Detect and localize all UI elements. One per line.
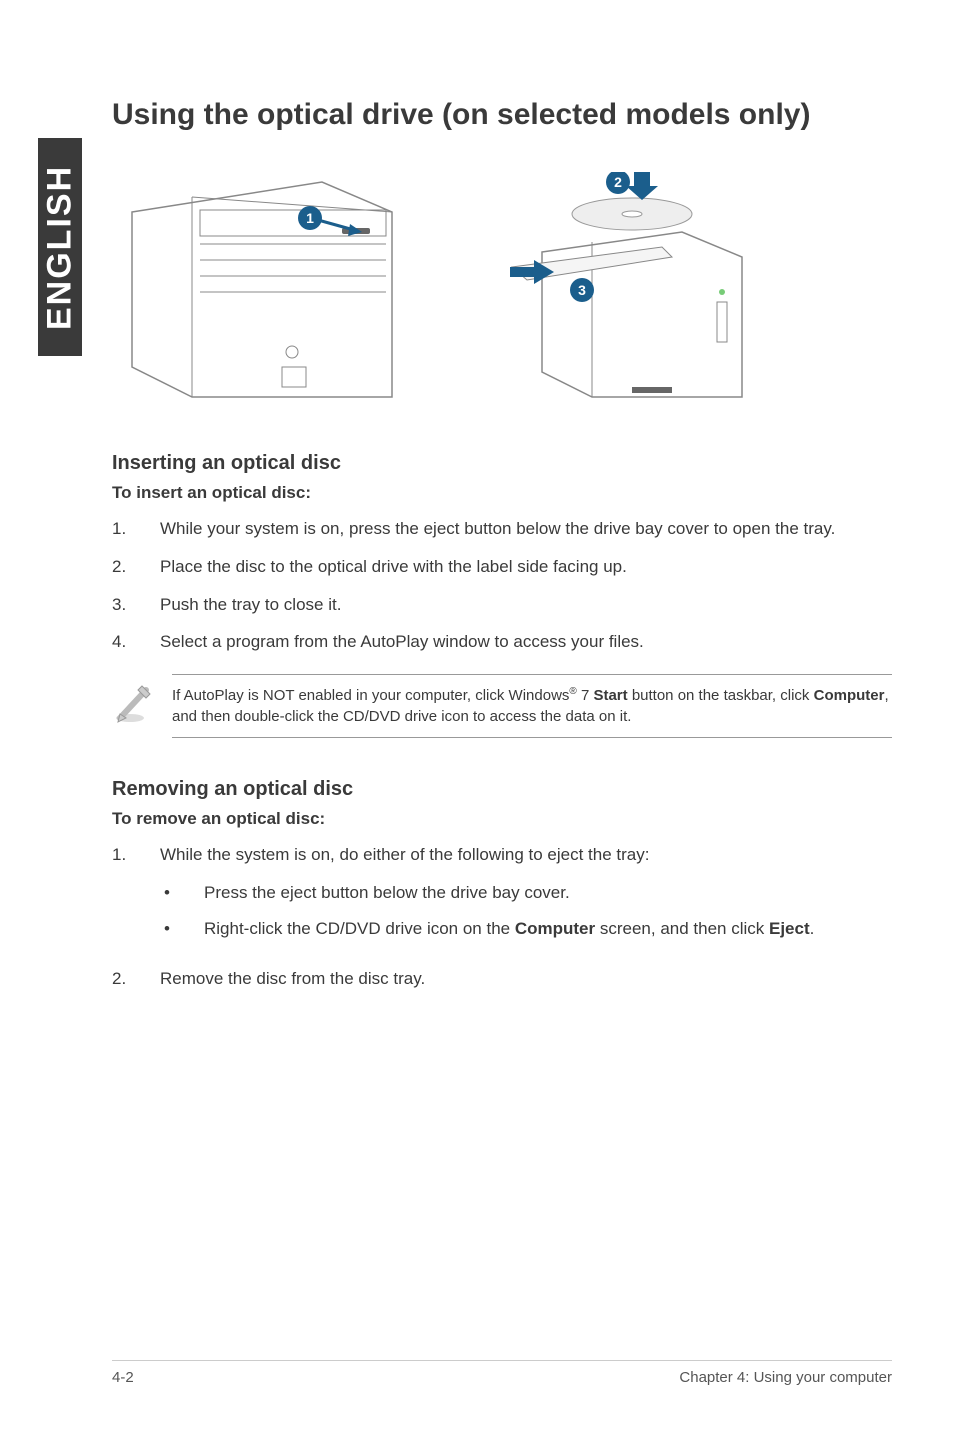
list-item: 1. While the system is on, do either of … [112, 843, 892, 952]
page-number: 4-2 [112, 1369, 134, 1386]
figure-1: 1 [122, 172, 422, 402]
step-number: 1. [112, 517, 160, 541]
svg-text:2: 2 [614, 174, 622, 190]
page-content: Using the optical drive (on selected mod… [112, 98, 892, 1010]
insert-steps: 1. While your system is on, press the ej… [112, 517, 892, 654]
remove-subheading: To remove an optical disc: [112, 809, 892, 829]
note-box: If AutoPlay is NOT enabled in your compu… [112, 674, 892, 738]
bullet-item: • Press the eject button below the drive… [160, 881, 892, 905]
page-title: Using the optical drive (on selected mod… [112, 98, 892, 132]
note-icon [112, 674, 172, 731]
step-text: Place the disc to the optical drive with… [160, 555, 892, 579]
bullet-text: Right-click the CD/DVD drive icon on the… [204, 917, 814, 941]
language-tab: ENGLISH [38, 138, 82, 356]
step-text: Remove the disc from the disc tray. [160, 967, 892, 991]
figure-row: 1 2 3 [122, 172, 892, 402]
step-number: 1. [112, 843, 160, 952]
step-number: 4. [112, 630, 160, 654]
bullet-dot: • [160, 917, 204, 941]
remove-steps: 1. While the system is on, do either of … [112, 843, 892, 990]
page-footer: 4-2 Chapter 4: Using your computer [112, 1360, 892, 1386]
step-number: 2. [112, 967, 160, 991]
step-text: While your system is on, press the eject… [160, 517, 892, 541]
step-text: Push the tray to close it. [160, 593, 892, 617]
step-number: 2. [112, 555, 160, 579]
svg-text:3: 3 [578, 282, 586, 298]
bullet-text: Press the eject button below the drive b… [204, 881, 570, 905]
list-item: 3. Push the tray to close it. [112, 593, 892, 617]
chapter-label: Chapter 4: Using your computer [679, 1369, 892, 1386]
insert-heading: Inserting an optical disc [112, 452, 892, 475]
insert-subheading: To insert an optical disc: [112, 483, 892, 503]
figure-2: 2 3 [482, 172, 782, 402]
list-item: 4. Select a program from the AutoPlay wi… [112, 630, 892, 654]
note-text: If AutoPlay is NOT enabled in your compu… [172, 674, 892, 738]
list-item: 2. Remove the disc from the disc tray. [112, 967, 892, 991]
remove-heading: Removing an optical disc [112, 778, 892, 801]
step-text: While the system is on, do either of the… [160, 843, 892, 952]
step-text: Select a program from the AutoPlay windo… [160, 630, 892, 654]
list-item: 2. Place the disc to the optical drive w… [112, 555, 892, 579]
list-item: 1. While your system is on, press the ej… [112, 517, 892, 541]
bullet-item: • Right-click the CD/DVD drive icon on t… [160, 917, 892, 941]
bullet-dot: • [160, 881, 204, 905]
step-number: 3. [112, 593, 160, 617]
svg-text:1: 1 [306, 210, 314, 226]
